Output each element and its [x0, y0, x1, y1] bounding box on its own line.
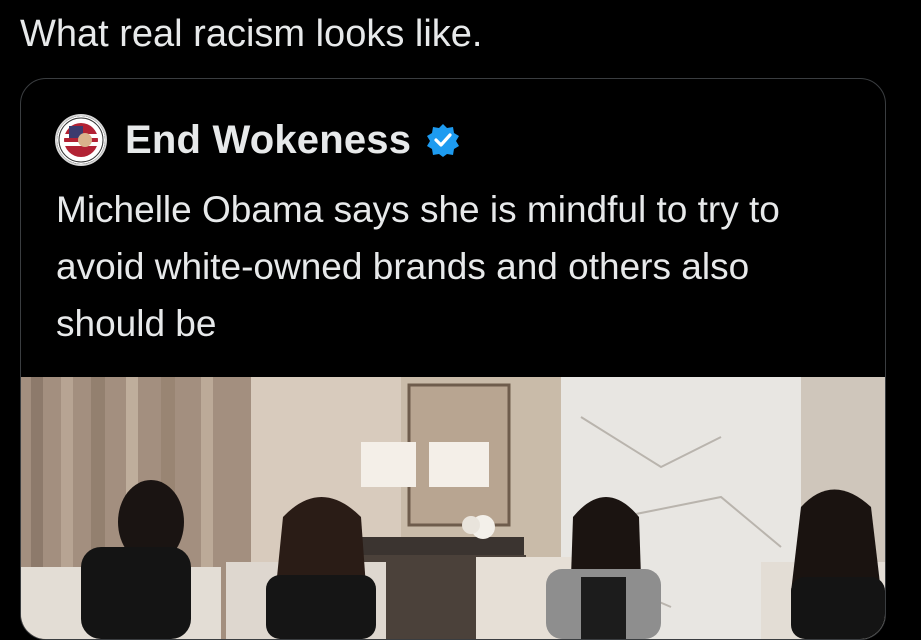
quoted-post-media[interactable]: [21, 377, 885, 639]
author-name[interactable]: End Wokeness: [125, 118, 411, 163]
author-avatar[interactable]: [55, 114, 107, 166]
quoted-post-header: End Wokeness: [55, 114, 461, 166]
badge-avatar-icon: [57, 116, 105, 164]
quoted-post-card[interactable]: End Wokeness Michelle Obama says she is …: [20, 78, 886, 640]
quoted-post-text: Michelle Obama says she is mindful to tr…: [56, 189, 780, 344]
verified-badge-icon: [427, 124, 460, 157]
post-text: What real racism looks like.: [20, 13, 483, 55]
media-image-icon: [21, 377, 885, 639]
